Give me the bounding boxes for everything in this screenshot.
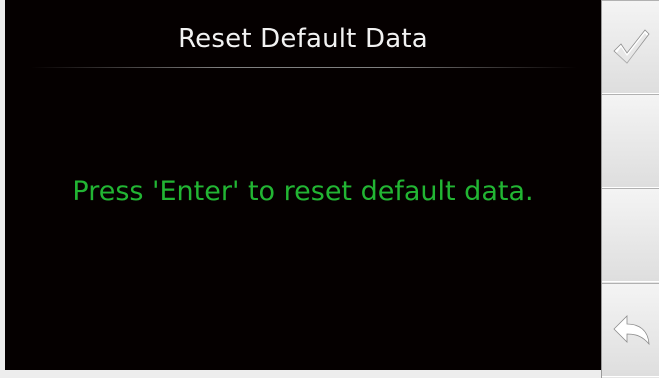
blank-softkey-3[interactable]: [602, 188, 659, 282]
checkmark-icon: [610, 26, 652, 68]
enter-softkey[interactable]: [602, 0, 659, 94]
dialog-message: Press 'Enter' to reset default data.: [72, 176, 534, 207]
dialog-title: Reset Default Data: [178, 24, 428, 54]
blank-softkey-2[interactable]: [602, 94, 659, 188]
display-device: Reset Default Data Press 'Enter' to rese…: [0, 0, 659, 378]
title-divider: [31, 67, 577, 68]
back-arrow-icon: [610, 309, 652, 351]
reset-default-data-dialog: Reset Default Data Press 'Enter' to rese…: [5, 0, 601, 370]
back-softkey[interactable]: [602, 283, 659, 377]
softkey-panel: [601, 0, 659, 378]
